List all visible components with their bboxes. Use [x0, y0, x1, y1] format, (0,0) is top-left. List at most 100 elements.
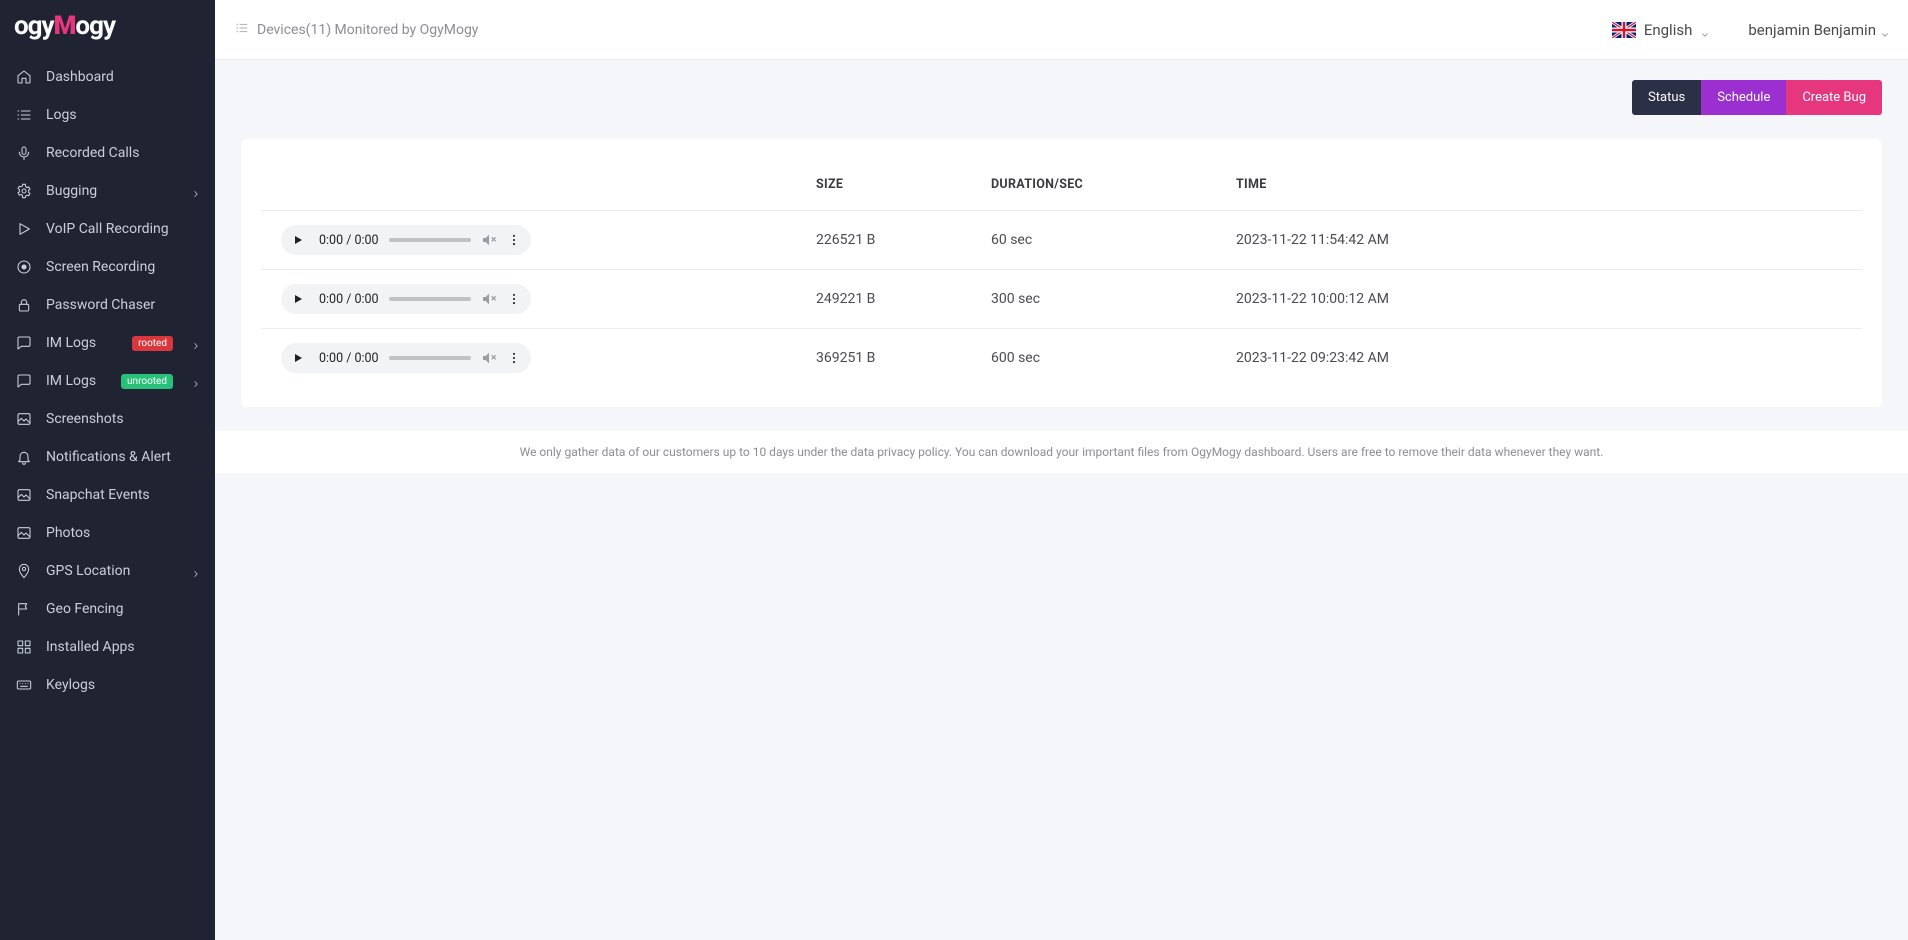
logo-text-pre: ogy — [14, 11, 54, 41]
topbar: Devices(11) Monitored by OgyMogy English… — [215, 0, 1908, 60]
sidebar-item-label: Dashboard — [46, 69, 199, 85]
schedule-button[interactable]: Schedule — [1701, 80, 1786, 115]
cell-duration: 60 sec — [991, 232, 1236, 248]
logo[interactable]: ogyMogy — [0, 0, 215, 52]
sidebar-item-geo-fencing[interactable]: Geo Fencing — [0, 590, 215, 628]
audio-track[interactable] — [389, 356, 471, 360]
sidebar-item-label: Recorded Calls — [46, 145, 199, 161]
chevron-right-icon — [191, 187, 199, 195]
sidebar-item-im-logs[interactable]: IM Logs unrooted — [0, 362, 215, 400]
sidebar: ogyMogy Dashboard Logs Recorded Calls Bu… — [0, 0, 215, 940]
cell-duration: 300 sec — [991, 291, 1236, 307]
sidebar-item-label: IM Logs — [46, 373, 107, 389]
image-icon — [16, 411, 32, 427]
sidebar-item-label: IM Logs — [46, 335, 118, 351]
bell-icon — [16, 449, 32, 465]
table-row: 0:00 / 0:00 249221 B 300 sec 2023-11-22 … — [261, 270, 1862, 329]
sidebar-item-label: Keylogs — [46, 677, 199, 693]
volume-muted-icon[interactable] — [481, 232, 497, 248]
kebab-menu-icon[interactable] — [507, 351, 521, 365]
play-icon[interactable] — [287, 288, 309, 310]
sidebar-item-voip-call-recording[interactable]: VoIP Call Recording — [0, 210, 215, 248]
action-buttons: Status Schedule Create Bug — [215, 60, 1908, 115]
sidebar-item-keylogs[interactable]: Keylogs — [0, 666, 215, 704]
status-button[interactable]: Status — [1632, 80, 1701, 115]
sidebar-item-label: GPS Location — [46, 563, 177, 579]
cell-duration: 600 sec — [991, 350, 1236, 366]
sidebar-item-screenshots[interactable]: Screenshots — [0, 400, 215, 438]
sidebar-item-photos[interactable]: Photos — [0, 514, 215, 552]
lock-icon — [16, 297, 32, 313]
user-name: benjamin Benjamin — [1748, 21, 1876, 39]
sidebar-item-password-chaser[interactable]: Password Chaser — [0, 286, 215, 324]
flag-icon — [16, 601, 32, 617]
list-icon — [16, 107, 32, 123]
audio-player[interactable]: 0:00 / 0:00 — [281, 225, 531, 255]
audio-time: 0:00 / 0:00 — [319, 292, 379, 307]
volume-muted-icon[interactable] — [481, 350, 497, 366]
keyboard-icon — [16, 677, 32, 693]
gear-icon — [16, 183, 32, 199]
cell-time: 2023-11-22 11:54:42 AM — [1236, 232, 1862, 248]
image-icon — [16, 525, 32, 541]
language-selector[interactable]: English — [1612, 21, 1709, 39]
user-menu[interactable]: benjamin Benjamin — [1748, 21, 1888, 39]
th-time: TIME — [1236, 177, 1862, 192]
sidebar-item-dashboard[interactable]: Dashboard — [0, 58, 215, 96]
breadcrumb-text: Devices(11) Monitored by OgyMogy — [257, 22, 478, 38]
audio-player[interactable]: 0:00 / 0:00 — [281, 343, 531, 373]
chevron-down-icon — [1880, 26, 1888, 34]
language-label: English — [1644, 21, 1693, 39]
cell-size: 249221 B — [816, 291, 991, 307]
sidebar-item-label: Geo Fencing — [46, 601, 199, 617]
cell-time: 2023-11-22 09:23:42 AM — [1236, 350, 1862, 366]
footer-notice: We only gather data of our customers up … — [215, 431, 1908, 473]
th-duration: DURATION/SEC — [991, 177, 1236, 192]
cell-size: 226521 B — [816, 232, 991, 248]
sidebar-item-label: Screenshots — [46, 411, 199, 427]
sidebar-item-screen-recording[interactable]: Screen Recording — [0, 248, 215, 286]
create-bug-button[interactable]: Create Bug — [1786, 80, 1882, 115]
table-header: SIZE DURATION/SEC TIME — [261, 167, 1862, 211]
sidebar-item-logs[interactable]: Logs — [0, 96, 215, 134]
kebab-menu-icon[interactable] — [507, 292, 521, 306]
audio-track[interactable] — [389, 297, 471, 301]
table-row: 0:00 / 0:00 226521 B 60 sec 2023-11-22 1… — [261, 211, 1862, 270]
audio-track[interactable] — [389, 238, 471, 242]
sidebar-item-gps-location[interactable]: GPS Location — [0, 552, 215, 590]
home-icon — [16, 69, 32, 85]
sidebar-item-notifications-alert[interactable]: Notifications & Alert — [0, 438, 215, 476]
volume-muted-icon[interactable] — [481, 291, 497, 307]
mic-icon — [16, 145, 32, 161]
chat-icon — [16, 335, 32, 351]
sidebar-item-snapchat-events[interactable]: Snapchat Events — [0, 476, 215, 514]
sidebar-item-installed-apps[interactable]: Installed Apps — [0, 628, 215, 666]
grid-icon — [16, 639, 32, 655]
chevron-right-icon — [191, 377, 199, 385]
image-icon — [16, 487, 32, 503]
audio-player[interactable]: 0:00 / 0:00 — [281, 284, 531, 314]
audio-time: 0:00 / 0:00 — [319, 233, 379, 248]
sidebar-item-label: Photos — [46, 525, 199, 541]
breadcrumb[interactable]: Devices(11) Monitored by OgyMogy — [235, 21, 478, 39]
play-icon[interactable] — [287, 347, 309, 369]
th-size: SIZE — [816, 177, 991, 192]
sidebar-item-im-logs[interactable]: IM Logs rooted — [0, 324, 215, 362]
play-icon[interactable] — [287, 229, 309, 251]
pin-icon — [16, 563, 32, 579]
sidebar-item-label: Snapchat Events — [46, 487, 199, 503]
sidebar-item-label: VoIP Call Recording — [46, 221, 199, 237]
play-icon — [16, 221, 32, 237]
kebab-menu-icon[interactable] — [507, 233, 521, 247]
chevron-right-icon — [191, 567, 199, 575]
sidebar-item-label: Screen Recording — [46, 259, 199, 275]
chevron-right-icon — [191, 339, 199, 347]
sidebar-item-label: Password Chaser — [46, 297, 199, 313]
flag-uk-icon — [1612, 22, 1636, 38]
sidebar-item-recorded-calls[interactable]: Recorded Calls — [0, 134, 215, 172]
sidebar-item-bugging[interactable]: Bugging — [0, 172, 215, 210]
sidebar-item-label: Notifications & Alert — [46, 449, 199, 465]
logo-text-post: ogy — [75, 11, 115, 41]
sidebar-item-label: Logs — [46, 107, 199, 123]
cell-size: 369251 B — [816, 350, 991, 366]
